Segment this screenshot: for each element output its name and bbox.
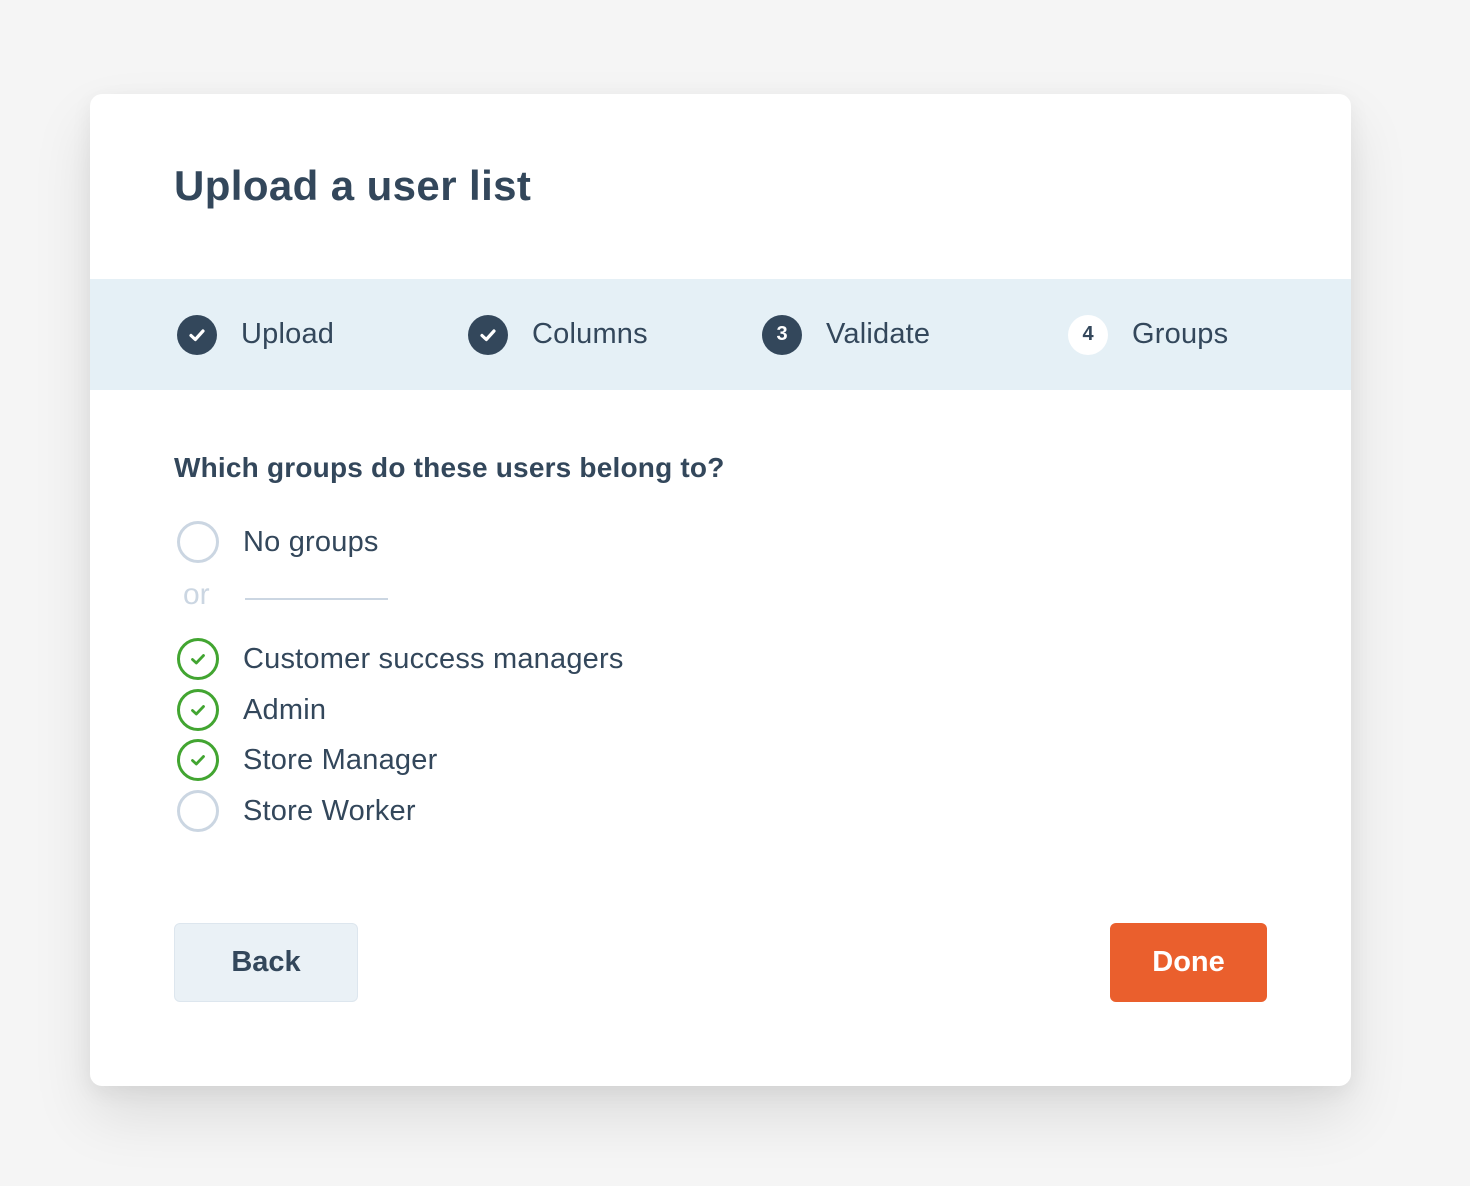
groups-question: Which groups do these users belong to? [174, 452, 725, 483]
step-groups-number: 4 [1068, 314, 1108, 355]
step-upload-label: Upload [241, 318, 335, 350]
no-groups-option[interactable]: No groups [177, 521, 379, 563]
step-upload[interactable]: Upload [177, 279, 334, 390]
step-validate-number: 3 [762, 314, 802, 355]
step-validate-label: Validate [826, 318, 931, 350]
group-label: Store Worker [243, 794, 416, 827]
no-groups-radio[interactable] [177, 521, 219, 563]
step-columns-label: Columns [532, 318, 648, 350]
no-groups-label: No groups [243, 525, 379, 558]
group-option-customer-success-managers[interactable]: Customer success managers [177, 638, 624, 680]
check-icon [189, 328, 205, 341]
group-checkbox-store-worker[interactable] [177, 790, 219, 832]
step-columns[interactable]: Columns [468, 279, 648, 390]
step-validate[interactable]: 3 Validate [762, 279, 930, 390]
or-separator-line [245, 598, 388, 600]
group-checkbox-store-manager[interactable] [177, 739, 219, 781]
group-option-store-worker[interactable]: Store Worker [177, 790, 416, 832]
group-label: Admin [243, 693, 327, 726]
dialog-title: Upload a user list [174, 162, 532, 209]
group-option-store-manager[interactable]: Store Manager [177, 739, 437, 781]
step-upload-indicator [177, 314, 217, 355]
or-separator-text: or [183, 578, 210, 611]
check-icon [191, 705, 205, 716]
step-columns-indicator [468, 314, 508, 355]
step-groups[interactable]: 4 Groups [1068, 279, 1228, 390]
group-checkbox-customer-success-managers[interactable] [177, 638, 219, 680]
group-option-admin[interactable]: Admin [177, 689, 326, 731]
group-label: Store Manager [243, 743, 438, 776]
done-button[interactable]: Done [1110, 923, 1267, 1002]
upload-user-list-dialog: Upload a user list Upload Columns 3 Vali… [90, 94, 1351, 1086]
check-icon [191, 755, 205, 766]
progress-stepper: Upload Columns 3 Validate 4 Groups [90, 279, 1351, 390]
group-label: Customer success managers [243, 642, 624, 675]
check-icon [480, 328, 496, 341]
group-checkbox-admin[interactable] [177, 689, 219, 731]
back-button[interactable]: Back [174, 923, 358, 1002]
step-groups-label: Groups [1132, 318, 1229, 350]
check-icon [191, 654, 205, 665]
